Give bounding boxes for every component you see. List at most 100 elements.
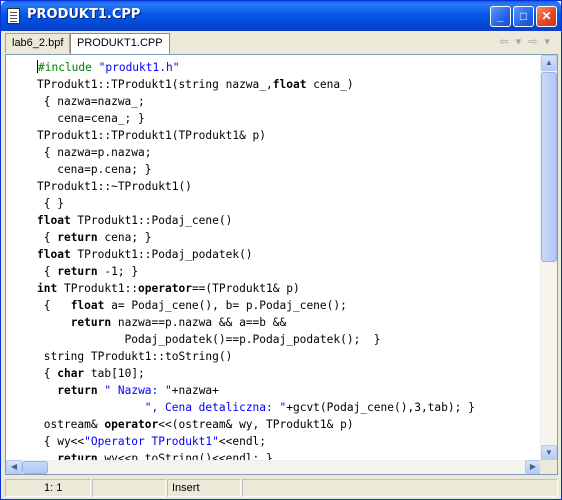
close-button[interactable]: ✕: [536, 6, 557, 27]
forward-arrow-icon[interactable]: ⇨ ▾: [528, 36, 552, 48]
status-bar: 1: 1 Insert: [2, 477, 560, 499]
code-line[interactable]: ", Cena detaliczna: "+gcvt(Podaj_cene(),…: [37, 399, 542, 416]
insert-mode: Insert: [167, 479, 241, 497]
code-token: " Nazwa: ": [104, 384, 172, 397]
code-token: cena; }: [97, 231, 152, 244]
code-line[interactable]: cena=cena_; }: [37, 110, 542, 127]
window-title: PRODUKT1.CPP: [27, 7, 141, 22]
code-token: int: [37, 282, 58, 295]
code-token: {: [37, 367, 58, 380]
code-line[interactable]: { nazwa=p.nazwa;: [37, 144, 542, 161]
code-token: float: [37, 214, 71, 227]
code-line[interactable]: Podaj_podatek()==p.Podaj_podatek(); }: [37, 331, 542, 348]
code-token: TProdukt1::TProdukt1(TProdukt1& p): [37, 129, 267, 142]
code-token: +gcvt(Podaj_cene(),3,tab); }: [286, 401, 475, 414]
code-token: string TProdukt1::toString(): [37, 350, 233, 363]
code-token: ", Cena detaliczna: ": [144, 401, 287, 414]
code-token: Podaj_podatek()==p.Podaj_podatek(); }: [37, 333, 381, 346]
document-icon[interactable]: [7, 8, 20, 24]
editor-window: PRODUKT1.CPP _ □ ✕ lab6_2.bpf PRODUKT1.C…: [0, 0, 562, 500]
code-line[interactable]: string TProdukt1::toString(): [37, 348, 542, 365]
code-line[interactable]: { }: [37, 195, 542, 212]
code-token: "produkt1.h": [98, 61, 180, 74]
code-line[interactable]: #include "produkt1.h": [37, 59, 542, 76]
code-line[interactable]: { wy<<"Operator TProdukt1"<<endl;: [37, 433, 542, 450]
code-token: return: [57, 265, 98, 278]
code-line[interactable]: TProdukt1::~TProdukt1(): [37, 178, 542, 195]
code-line[interactable]: return " Nazwa: "+nazwa+: [37, 382, 542, 399]
code-line[interactable]: { return -1; }: [37, 263, 542, 280]
code-token: -1; }: [97, 265, 139, 278]
code-token: operator: [138, 282, 192, 295]
code-line[interactable]: int TProdukt1::operator==(TProdukt1& p): [37, 280, 542, 297]
code-token: tab[10];: [84, 367, 145, 380]
code-token: cena=cena_; }: [37, 112, 145, 125]
tab-produkt1-cpp[interactable]: PRODUKT1.CPP: [70, 33, 170, 54]
code-token: TProdukt1::~TProdukt1(): [37, 180, 192, 193]
code-token: "Operator TProdukt1": [84, 435, 219, 448]
horizontal-scrollbar[interactable]: ◀ ▶: [6, 460, 541, 474]
status-message: [242, 479, 558, 497]
code-token: { wy<<: [37, 435, 85, 448]
code-line[interactable]: { float a= Podaj_cene(), b= p.Podaj_cene…: [37, 297, 542, 314]
scroll-right-icon[interactable]: ▶: [525, 460, 541, 474]
horizontal-scroll-thumb[interactable]: [22, 461, 48, 474]
code-line[interactable]: cena=p.cena; }: [37, 161, 542, 178]
code-token: float: [70, 299, 105, 312]
code-line[interactable]: { char tab[10];: [37, 365, 542, 382]
code-line[interactable]: TProdukt1::TProdukt1(TProdukt1& p): [37, 127, 542, 144]
navigation-arrows: ⇦ ▾ ⇨ ▾: [499, 35, 552, 48]
vertical-scrollbar[interactable]: ▲ ▼: [540, 55, 557, 461]
modified-indicator: [92, 479, 166, 497]
tab-lab6-2-bpf[interactable]: lab6_2.bpf: [5, 33, 71, 53]
code-token: +nazwa+: [171, 384, 219, 397]
code-line[interactable]: ostream& operator<<(ostream& wy, TProduk…: [37, 416, 542, 433]
code-area[interactable]: #include "produkt1.h" TProdukt1::TProdukt…: [37, 59, 542, 461]
code-line[interactable]: float TProdukt1::Podaj_podatek(): [37, 246, 542, 263]
scroll-down-icon[interactable]: ▼: [541, 445, 557, 461]
code-line[interactable]: { nazwa=nazwa_;: [37, 93, 542, 110]
code-line[interactable]: float TProdukt1::Podaj_cene(): [37, 212, 542, 229]
code-token: ==(TProdukt1& p): [191, 282, 300, 295]
editor-gutter[interactable]: [6, 55, 36, 462]
code-token: TProdukt1::Podaj_cene(): [70, 214, 233, 227]
scroll-left-icon[interactable]: ◀: [6, 460, 22, 474]
tab-bar: lab6_2.bpf PRODUKT1.CPP ⇦ ▾ ⇨ ▾: [2, 31, 560, 54]
code-token: { nazwa=p.nazwa;: [37, 146, 152, 159]
cursor-position: 1: 1: [5, 479, 91, 497]
vertical-scroll-thumb[interactable]: [541, 72, 557, 262]
code-editor[interactable]: #include "produkt1.h" TProdukt1::TProdukt…: [5, 54, 558, 475]
code-token: nazwa==p.nazwa && a==b &&: [111, 316, 287, 329]
code-token: #include: [38, 61, 99, 74]
code-token: {: [37, 299, 71, 312]
code-token: operator: [104, 418, 159, 431]
code-token: TProdukt1::TProdukt1(string nazwa_,: [37, 78, 273, 91]
code-token: return: [57, 231, 98, 244]
code-line[interactable]: { return cena; }: [37, 229, 542, 246]
back-arrow-icon[interactable]: ⇦ ▾: [499, 36, 523, 48]
code-token: <<(ostream& wy, TProdukt1& p): [158, 418, 354, 431]
code-token: {: [37, 265, 58, 278]
maximize-button[interactable]: □: [513, 6, 534, 27]
code-token: cena_): [306, 78, 354, 91]
scroll-up-icon[interactable]: ▲: [541, 55, 557, 71]
code-token: return: [70, 316, 112, 329]
code-token: float: [272, 78, 307, 91]
code-token: a= Podaj_cene(), b= p.Podaj_cene();: [104, 299, 347, 312]
code-token: ostream&: [37, 418, 105, 431]
code-token: TProdukt1::Podaj_podatek(): [70, 248, 253, 261]
code-token: <<endl;: [218, 435, 267, 448]
code-token: { }: [37, 197, 64, 210]
code-line[interactable]: return nazwa==p.nazwa && a==b &&: [37, 314, 542, 331]
title-bar[interactable]: PRODUKT1.CPP _ □ ✕: [1, 1, 561, 31]
code-token: {: [37, 231, 58, 244]
minimize-button[interactable]: _: [490, 6, 511, 27]
code-token: TProdukt1::: [57, 282, 139, 295]
code-token: { nazwa=nazwa_;: [37, 95, 145, 108]
code-token: cena=p.cena; }: [37, 163, 152, 176]
code-token: char: [57, 367, 85, 380]
code-line[interactable]: TProdukt1::TProdukt1(string nazwa_,float…: [37, 76, 542, 93]
